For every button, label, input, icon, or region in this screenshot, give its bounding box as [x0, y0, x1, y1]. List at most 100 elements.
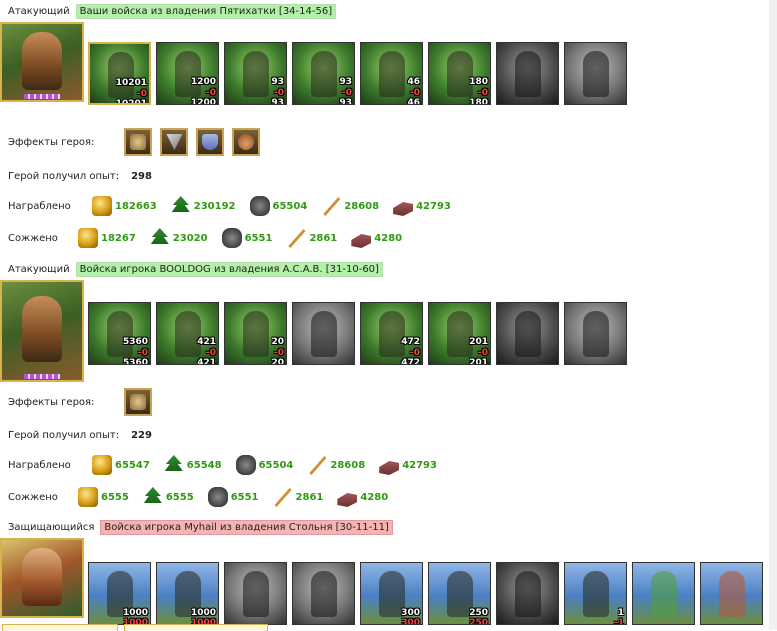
unit-slot[interactable]: 10201 -0 10201 — [88, 42, 151, 105]
shield-effect-icon[interactable] — [196, 128, 225, 156]
unit-slot[interactable] — [700, 562, 763, 625]
unit-slot[interactable]: 93 -0 93 — [224, 42, 287, 105]
unit-count: 201 — [469, 337, 488, 347]
unit-slot-empty[interactable] — [292, 302, 355, 365]
brick-icon — [337, 493, 358, 507]
hero-effects-row: Эффекты героя: — [8, 128, 261, 156]
unit-count: 1000 — [122, 608, 148, 618]
unit-slot[interactable]: 46 -0 46 — [360, 42, 423, 105]
wheat-value: 28608 — [330, 459, 366, 471]
unit-remaining: 46 — [407, 98, 420, 105]
unit-slot[interactable]: 421 -0 421 — [156, 302, 219, 365]
unit-slot[interactable]: 250 250 — [428, 562, 491, 625]
wood-value: 6555 — [165, 491, 194, 503]
section-header: Защищающийся Войска игрока Myhail из вла… — [8, 519, 393, 535]
hero-portrait[interactable] — [0, 538, 84, 618]
unit-remaining: 250 — [469, 618, 488, 625]
wood-icon — [171, 196, 190, 212]
experience-row: Герой получил опыт: 229 — [8, 425, 152, 445]
gold-value: 65547 — [115, 459, 150, 471]
brick-value: 4280 — [360, 491, 389, 503]
experience-value: 229 — [131, 429, 152, 441]
unit-count: 10201 — [115, 78, 147, 88]
ore-value: 6551 — [244, 232, 273, 244]
brick-value: 4280 — [374, 232, 403, 244]
ore-value: 6551 — [230, 491, 259, 503]
wood-value: 65548 — [186, 459, 222, 471]
unit-loss: -0 — [410, 348, 420, 358]
cart-effect-icon[interactable] — [124, 128, 153, 156]
wood-icon — [143, 487, 162, 503]
unit-count: 46 — [407, 77, 420, 87]
hero-effects-row: Эффекты героя: — [8, 388, 153, 416]
section-header: Атакующий Войска игрока BOOLDOG из владе… — [8, 261, 383, 277]
unit-loss: -0 — [478, 88, 488, 98]
cart-effect-icon[interactable] — [124, 388, 153, 416]
unit-slot-empty[interactable] — [496, 562, 559, 625]
unit-row: 5360 -0 5360 421 -0 421 20 -0 20 472 -0 472 201-… — [88, 302, 627, 365]
unit-slot[interactable] — [632, 562, 695, 625]
wheat-icon — [309, 456, 327, 475]
bottom-tabs — [0, 624, 270, 631]
experience-label: Герой получил опыт: — [8, 170, 120, 182]
owner-banner[interactable]: Войска игрока Myhail из владения Стольня… — [100, 519, 393, 535]
unit-slot-empty[interactable] — [224, 562, 287, 625]
unit-slot[interactable]: 1 -1 — [564, 562, 627, 625]
bow-effect-icon[interactable] — [160, 128, 189, 156]
unit-row: 1000 1000 1000 1000 300 300 250 250 1 -1 — [88, 562, 763, 625]
unit-slot[interactable]: 5360 -0 5360 — [88, 302, 151, 365]
unit-slot-empty[interactable] — [292, 562, 355, 625]
wheat-value: 2861 — [295, 491, 324, 503]
wheat-icon — [323, 197, 341, 216]
unit-slot[interactable]: 201 -0 201 — [428, 302, 491, 365]
unit-slot[interactable]: 20 -0 20 — [224, 302, 287, 365]
unit-slot[interactable]: 1000 1000 — [156, 562, 219, 625]
wood-icon — [150, 228, 169, 244]
unit-slot[interactable]: 180 -0 180 — [428, 42, 491, 105]
unit-loss: -0 — [342, 88, 352, 98]
role-label: Атакующий — [8, 5, 70, 17]
wheat-icon — [288, 229, 306, 248]
unit-slot[interactable]: 93 -0 93 — [292, 42, 355, 105]
wheat-value: 2861 — [309, 232, 338, 244]
burned-label: Сожжено — [8, 491, 58, 503]
wood-value: 23020 — [172, 232, 208, 244]
ore-icon — [207, 487, 228, 507]
unit-slot[interactable]: 472 -0 472 — [360, 302, 423, 365]
unit-loss: -0 — [410, 88, 420, 98]
unit-slot-empty[interactable] — [496, 42, 559, 105]
effects-label: Эффекты героя: — [8, 396, 95, 408]
experience-value: 298 — [131, 170, 152, 182]
unit-loss: -0 — [137, 89, 147, 99]
unit-row: 10201 -0 10201 1200 -0 1200 93 -0 93 93 -0 93 46… — [88, 42, 627, 105]
scrollbar[interactable] — [769, 0, 777, 630]
brick-value: 42793 — [402, 459, 437, 471]
gold-value: 182663 — [115, 200, 157, 212]
wood-icon — [164, 455, 183, 471]
brick-icon — [351, 234, 372, 248]
owner-banner[interactable]: Ваши войска из владения Пятихатки [34-14… — [75, 3, 337, 19]
unit-slot-empty[interactable] — [564, 42, 627, 105]
ore-value: 65504 — [258, 459, 294, 471]
ore-value: 65504 — [272, 200, 308, 212]
bag-effect-icon[interactable] — [232, 128, 261, 156]
unit-slot-empty[interactable] — [496, 302, 559, 365]
burned-row: Сожжено 6555 6555 6551 2861 4280 — [8, 487, 402, 507]
section-header: Атакующий Ваши войска из владения Пятиха… — [8, 3, 337, 19]
loot-row: Награблено 182663 230192 65504 28608 427… — [8, 196, 465, 216]
unit-slot[interactable]: 1000 1000 — [88, 562, 151, 625]
hero-portrait[interactable] — [0, 22, 84, 102]
unit-remaining: 5360 — [122, 358, 148, 365]
brick-icon — [379, 461, 400, 475]
unit-slot[interactable]: 1200 -0 1200 — [156, 42, 219, 105]
wood-value: 230192 — [193, 200, 236, 212]
unit-slot[interactable]: 300 300 — [360, 562, 423, 625]
unit-loss: -0 — [274, 348, 284, 358]
owner-banner[interactable]: Войска игрока BOOLDOG из владения A.C.A.… — [75, 261, 383, 277]
unit-slot-empty[interactable] — [564, 302, 627, 365]
loot-row: Награблено 65547 65548 65504 28608 42793 — [8, 455, 451, 475]
unit-loss: -0 — [478, 348, 488, 358]
hero-portrait[interactable] — [0, 280, 84, 382]
role-label: Защищающийся — [8, 521, 95, 533]
unit-loss: -0 — [206, 88, 216, 98]
